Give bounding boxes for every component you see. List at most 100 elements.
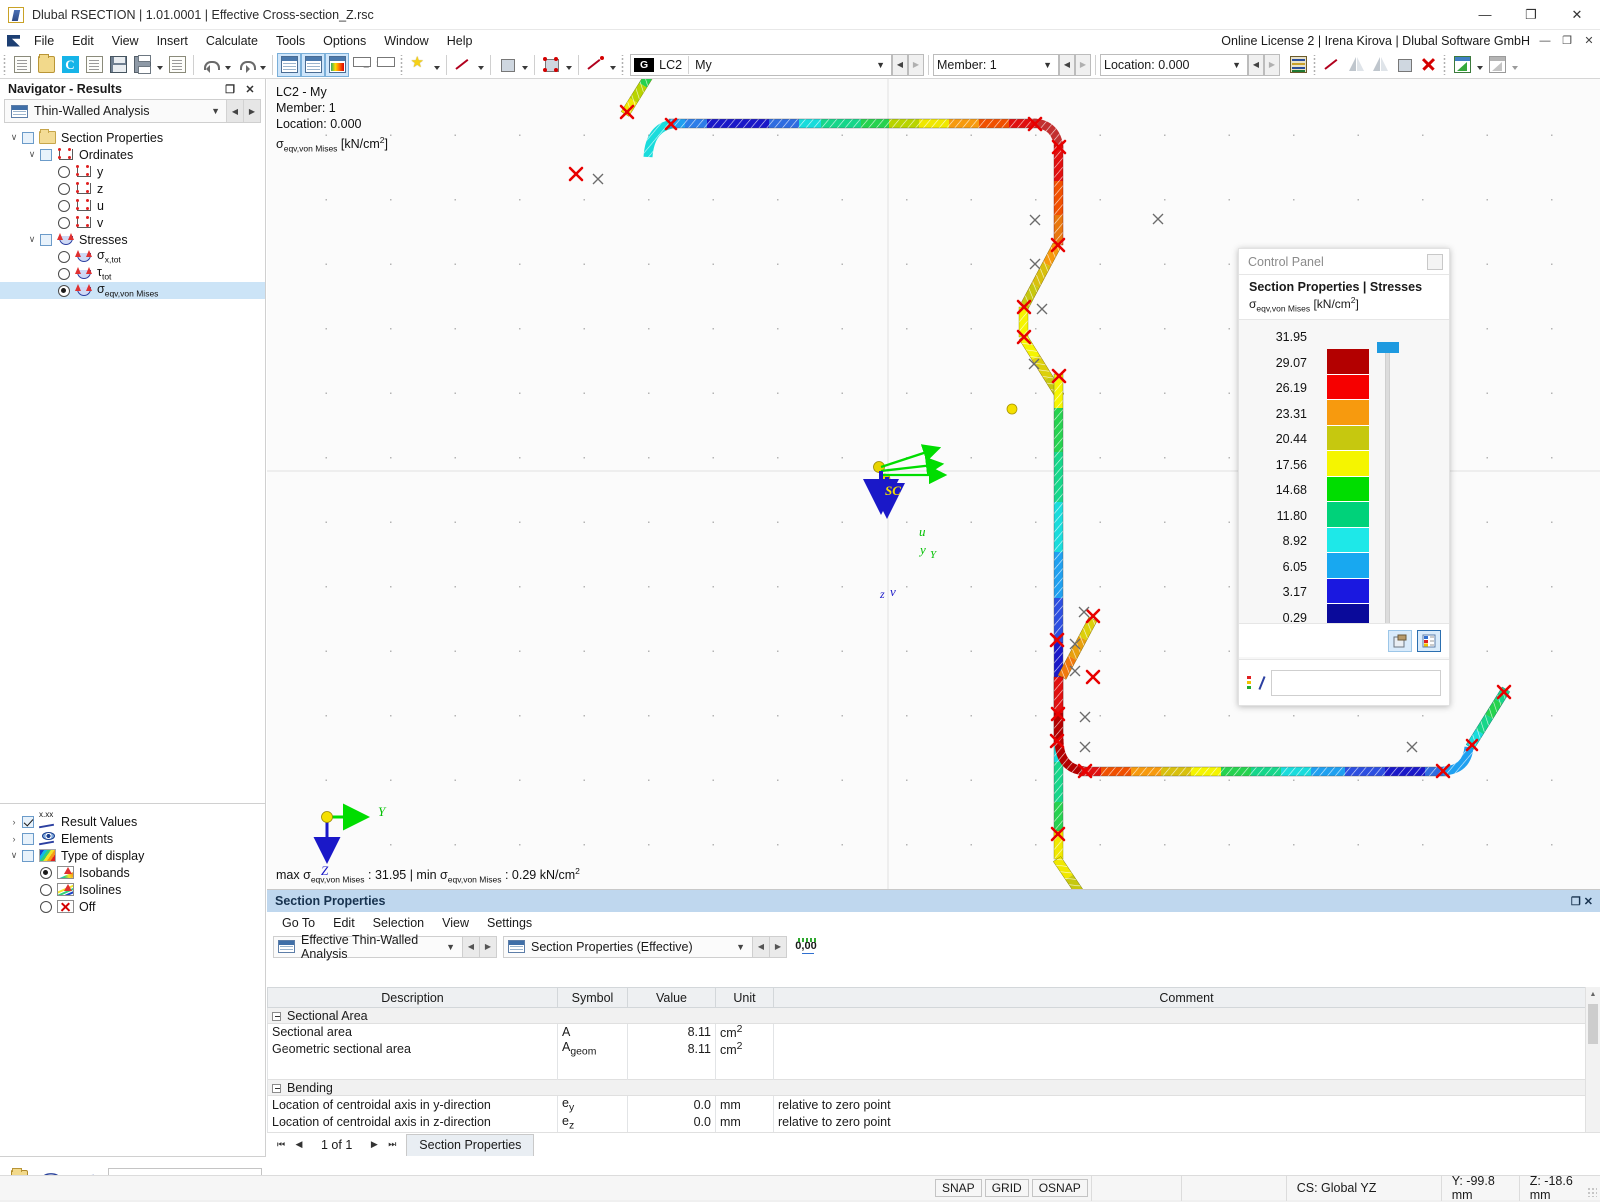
- new-part-caret[interactable]: [519, 53, 530, 77]
- legend-icon[interactable]: [1247, 675, 1265, 691]
- toolbar-grip[interactable]: [2, 54, 8, 75]
- tree-radio[interactable]: [40, 866, 52, 879]
- tree-item-type-of-display[interactable]: ∨ Type of display: [0, 847, 265, 864]
- tree-checkbox[interactable]: [22, 832, 34, 845]
- render-table-icon[interactable]: [1450, 53, 1474, 77]
- mirror-icon[interactable]: [1368, 53, 1392, 77]
- scale-swatch[interactable]: [1327, 400, 1369, 426]
- tree-checkbox[interactable]: [22, 815, 34, 828]
- page-next-button[interactable]: ▶: [366, 1136, 382, 1154]
- tree-item-isolines[interactable]: Isolines: [0, 881, 265, 898]
- redo-icon[interactable]: [233, 53, 257, 77]
- table-row[interactable]: Sectional area A 8.11 cm2: [267, 1023, 1600, 1041]
- load-case-next-button[interactable]: ▶: [908, 53, 924, 76]
- chevron-down-icon[interactable]: ▼: [439, 942, 462, 952]
- tree-item-isobands[interactable]: Isobands: [0, 864, 265, 881]
- mdi-close-button[interactable]: ✕: [1578, 30, 1600, 51]
- chevron-down-icon[interactable]: ∨: [24, 149, 40, 160]
- sp-menu-view[interactable]: View: [433, 914, 478, 932]
- tree-checkbox[interactable]: [40, 233, 52, 246]
- menu-help[interactable]: Help: [438, 32, 482, 50]
- toolbar-grip[interactable]: [620, 54, 626, 75]
- navigator-float-button[interactable]: ❐: [221, 83, 239, 96]
- scale-swatch[interactable]: [1327, 502, 1369, 528]
- tree-item-v[interactable]: v: [0, 214, 265, 231]
- control-panel-input[interactable]: [1271, 669, 1441, 696]
- tree-radio[interactable]: [40, 900, 52, 913]
- table-row[interactable]: Location of centroidal axis in y-directi…: [267, 1095, 1600, 1114]
- col-unit[interactable]: Unit: [715, 987, 774, 1008]
- open-example-icon[interactable]: [82, 53, 106, 77]
- member-spinner[interactable]: ◀ ▶: [1059, 53, 1091, 76]
- redo-dropdown-caret[interactable]: [257, 53, 268, 77]
- col-value[interactable]: Value: [627, 987, 716, 1008]
- member-prev-button[interactable]: ◀: [1059, 53, 1075, 76]
- undo-icon[interactable]: [198, 53, 222, 77]
- select-region-icon[interactable]: [1392, 53, 1416, 77]
- maximize-button[interactable]: ❐: [1508, 0, 1554, 30]
- tab-section-properties[interactable]: Section Properties: [406, 1133, 535, 1156]
- color-scale-max-handle[interactable]: [1377, 342, 1399, 354]
- print-dropdown-caret[interactable]: [154, 53, 165, 77]
- tree-checkbox[interactable]: [22, 849, 34, 862]
- show-result-table-icon[interactable]: [325, 52, 349, 77]
- chevron-down-icon[interactable]: ▼: [876, 60, 885, 70]
- analysis-next-button[interactable]: ▶: [480, 935, 497, 958]
- new-opening-icon[interactable]: [539, 53, 563, 77]
- new-document-icon[interactable]: [10, 53, 34, 77]
- member-select[interactable]: Member: 1 ▼: [933, 53, 1059, 76]
- show-grid-table-icon[interactable]: [301, 52, 325, 77]
- scale-swatch[interactable]: [1327, 451, 1369, 477]
- chevron-down-icon[interactable]: ∨: [6, 132, 22, 143]
- tree-radio[interactable]: [58, 216, 70, 229]
- analysis-next-button[interactable]: ▶: [243, 100, 260, 122]
- chevron-down-icon[interactable]: ▼: [1043, 60, 1052, 70]
- calculate-sc-icon[interactable]: >SC: [373, 53, 397, 77]
- section-properties-table-wrapper[interactable]: Description Symbol Value Unit Comment Se…: [267, 987, 1600, 1132]
- sp-menu-selection[interactable]: Selection: [364, 914, 433, 932]
- page-first-button[interactable]: ⏮: [273, 1136, 289, 1154]
- tree-item-result-values[interactable]: › Result Values: [0, 811, 265, 830]
- navigator-splitter[interactable]: [0, 803, 265, 804]
- print-panel-icon[interactable]: [1388, 629, 1412, 652]
- table-row[interactable]: Geometric sectional area Ageom 8.11 cm2: [267, 1040, 1600, 1058]
- location-next-button[interactable]: ▶: [1264, 53, 1280, 76]
- color-scale[interactable]: 31.95 29.07 26.19 23.31 20.44 17.56 14.68 11.80…: [1239, 320, 1449, 666]
- new-node-caret[interactable]: [431, 53, 442, 77]
- table-group-row[interactable]: Bending: [267, 1079, 1600, 1097]
- scale-swatch[interactable]: [1327, 527, 1369, 554]
- print-report-icon[interactable]: [165, 53, 189, 77]
- load-case-spinner[interactable]: ◀ ▶: [892, 53, 924, 76]
- page-last-button[interactable]: ⏭: [384, 1136, 400, 1154]
- menu-view[interactable]: View: [103, 32, 148, 50]
- new-line-icon[interactable]: [451, 53, 475, 77]
- chevron-down-icon[interactable]: ▼: [729, 942, 752, 952]
- page-prev-button[interactable]: ◀: [291, 1136, 307, 1154]
- chevron-down-icon[interactable]: ▼: [1232, 60, 1241, 70]
- grid-toggle[interactable]: GRID: [984, 1179, 1029, 1197]
- new-stiffener-caret[interactable]: [607, 53, 618, 77]
- sp-menu-edit[interactable]: Edit: [324, 914, 364, 932]
- table-row[interactable]: Location of centroidal axis in z-directi…: [267, 1113, 1600, 1132]
- toolbar-grip[interactable]: [1442, 54, 1448, 75]
- menu-edit[interactable]: Edit: [63, 32, 103, 50]
- navigator-close-button[interactable]: ✕: [241, 83, 259, 96]
- col-description[interactable]: Description: [267, 987, 558, 1008]
- table-group-row[interactable]: Sectional Area: [267, 1007, 1600, 1024]
- mirror-copy-icon[interactable]: [1344, 53, 1368, 77]
- tree-item-section-properties[interactable]: ∨ Section Properties: [0, 129, 265, 146]
- open-folder-icon[interactable]: [34, 53, 58, 77]
- tree-item-z[interactable]: z: [0, 180, 265, 197]
- osnap-toggle[interactable]: OSNAP: [1031, 1179, 1088, 1197]
- render-table-off-caret[interactable]: [1509, 53, 1520, 77]
- member-next-button[interactable]: ▶: [1075, 53, 1091, 76]
- render-table-off-icon[interactable]: [1485, 53, 1509, 77]
- tree-radio[interactable]: [58, 250, 70, 263]
- tree-checkbox[interactable]: [22, 131, 34, 144]
- table-prev-button[interactable]: ◀: [753, 935, 770, 958]
- load-case-prev-button[interactable]: ◀: [892, 53, 908, 76]
- tree-radio[interactable]: [58, 182, 70, 195]
- menu-calculate[interactable]: Calculate: [197, 32, 267, 50]
- menu-insert[interactable]: Insert: [148, 32, 197, 50]
- col-comment[interactable]: Comment: [773, 987, 1600, 1008]
